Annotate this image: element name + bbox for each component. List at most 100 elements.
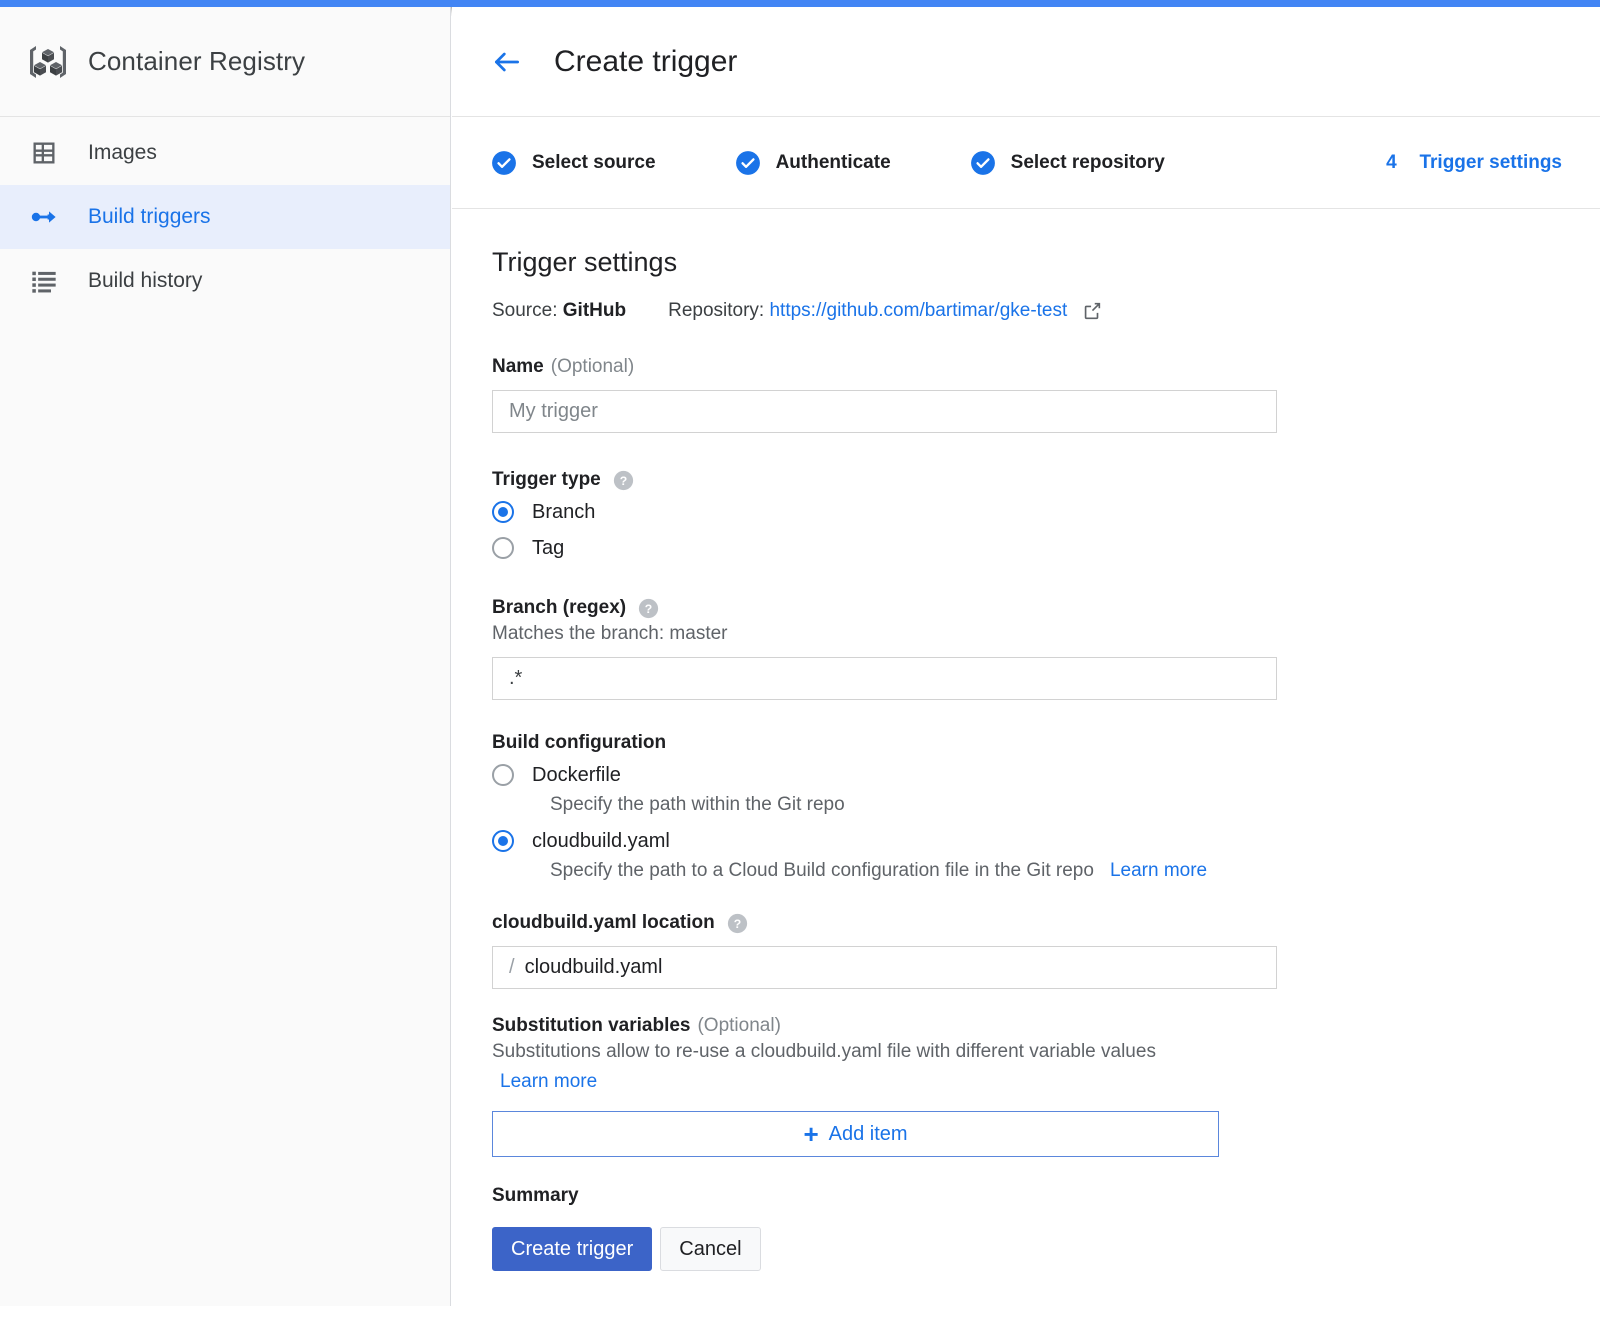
branch-hint: Matches the branch: master <box>492 623 1600 645</box>
dockerfile-description: Specify the path within the Git repo <box>550 794 1600 816</box>
images-grid-icon <box>30 139 64 167</box>
step-trigger-settings[interactable]: 4 Trigger settings <box>1377 152 1562 174</box>
sidebar-item-label: Build history <box>88 269 202 293</box>
radio-cloudbuild-yaml[interactable] <box>492 830 514 852</box>
sidebar-item-build-history[interactable]: Build history <box>0 249 450 313</box>
sidebar-nav: Images Build triggers <box>0 117 450 313</box>
external-link-icon[interactable] <box>1081 300 1103 322</box>
cancel-button[interactable]: Cancel <box>660 1227 760 1271</box>
sidebar-item-label: Build triggers <box>88 205 211 229</box>
radio-branch[interactable] <box>492 501 514 523</box>
svg-text:?: ? <box>620 473 627 487</box>
form-actions: Create trigger Cancel <box>492 1227 1600 1271</box>
step-label: Trigger settings <box>1419 152 1562 174</box>
cloudbuild-location-value: cloudbuild.yaml <box>525 956 663 979</box>
svg-text:?: ? <box>734 916 741 930</box>
build-config-label: Build configuration <box>492 732 1600 754</box>
step-label: Select repository <box>1011 152 1165 174</box>
create-trigger-button[interactable]: Create trigger <box>492 1227 652 1271</box>
sidebar-item-label: Images <box>88 141 157 165</box>
repository-label: Repository: <box>668 300 764 322</box>
branch-label: Branch (regex) <box>492 597 626 619</box>
cloudbuild-learn-more-link[interactable]: Learn more <box>1110 860 1207 882</box>
help-circle-icon[interactable]: ? <box>727 913 748 934</box>
name-input[interactable]: My trigger <box>492 390 1277 433</box>
form-section-title: Trigger settings <box>492 247 1600 278</box>
plus-icon: + <box>803 1121 818 1147</box>
cloudbuild-location-label-row: cloudbuild.yaml location ? <box>492 912 1600 934</box>
wizard-stepper: Select source Authenticate <box>452 117 1600 209</box>
trigger-type-option-branch[interactable]: Branch <box>492 497 1600 527</box>
trigger-arrow-icon <box>30 203 64 231</box>
substitutions-label-row: Substitution variables (Optional) <box>492 1015 1600 1037</box>
step-authenticate[interactable]: Authenticate <box>734 149 891 177</box>
brand-header: Container Registry <box>0 7 450 117</box>
build-config-option-dockerfile[interactable]: Dockerfile <box>492 760 1600 790</box>
cloudbuild-description: Specify the path to a Cloud Build config… <box>550 860 1600 882</box>
trigger-type-option-tag[interactable]: Tag <box>492 533 1600 563</box>
branch-label-row: Branch (regex) ? <box>492 597 1600 619</box>
list-icon <box>30 267 64 295</box>
check-circle-icon <box>490 149 518 177</box>
source-value: GitHub <box>563 300 626 322</box>
branch-regex-input[interactable]: .* <box>492 657 1277 700</box>
main-content: Create trigger Select source <box>452 7 1600 1319</box>
cloudbuild-location-prefix: / <box>509 956 515 979</box>
substitutions-description-text: Substitutions allow to re-use a cloudbui… <box>492 1041 1156 1062</box>
radio-dockerfile[interactable] <box>492 764 514 786</box>
radio-branch-label: Branch <box>532 501 595 524</box>
step-select-repository[interactable]: Select repository <box>969 149 1165 177</box>
cloudbuild-description-text: Specify the path to a Cloud Build config… <box>550 860 1094 882</box>
substitutions-label: Substitution variables <box>492 1015 690 1037</box>
add-item-button[interactable]: + Add item <box>492 1111 1219 1157</box>
dockerfile-description-text: Specify the path within the Git repo <box>550 794 845 816</box>
name-field-block: Name (Optional) My trigger <box>492 356 1600 433</box>
radio-dockerfile-label: Dockerfile <box>532 764 621 787</box>
sidebar-item-images[interactable]: Images <box>0 121 450 185</box>
check-circle-icon <box>734 149 762 177</box>
step-select-source[interactable]: Select source <box>490 149 656 177</box>
trigger-type-label-row: Trigger type ? <box>492 469 1600 491</box>
substitutions-optional-tag: (Optional) <box>697 1015 780 1037</box>
source-label: Source: <box>492 300 557 322</box>
radio-tag-label: Tag <box>532 537 564 560</box>
branch-regex-value: .* <box>509 667 522 690</box>
name-input-placeholder: My trigger <box>509 400 598 423</box>
page-header: Create trigger <box>452 7 1600 117</box>
step-label: Select source <box>532 152 656 174</box>
name-label-row: Name (Optional) <box>492 356 1600 378</box>
substitutions-learn-more-link[interactable]: Learn more <box>500 1071 597 1092</box>
summary-block: Summary Create trigger Cancel <box>492 1185 1600 1271</box>
svg-text:?: ? <box>645 601 652 615</box>
build-config-option-cloudbuild[interactable]: cloudbuild.yaml <box>492 826 1600 856</box>
brand-title: Container Registry <box>88 46 305 77</box>
help-circle-icon[interactable]: ? <box>638 598 659 619</box>
substitution-variables-block: Substitution variables (Optional) Substi… <box>492 1015 1600 1157</box>
page-title: Create trigger <box>554 45 737 79</box>
cloudbuild-location-block: cloudbuild.yaml location ? / cloudbuild.… <box>492 912 1600 989</box>
branch-regex-block: Branch (regex) ? Matches the branch: mas… <box>492 597 1600 700</box>
step-number: 4 <box>1377 152 1405 174</box>
sidebar-item-build-triggers[interactable]: Build triggers <box>0 185 450 249</box>
cloudbuild-location-input[interactable]: / cloudbuild.yaml <box>492 946 1277 989</box>
container-registry-logo-icon <box>20 34 76 90</box>
sidebar: Container Registry Images <box>0 7 451 1306</box>
cloudbuild-location-label: cloudbuild.yaml location <box>492 912 715 934</box>
browser-accent-bar <box>0 0 1600 7</box>
trigger-settings-form: Trigger settings Source: GitHub Reposito… <box>452 209 1600 1271</box>
source-repo-summary: Source: GitHub Repository: https://githu… <box>492 300 1600 322</box>
help-circle-icon[interactable]: ? <box>613 470 634 491</box>
build-configuration-block: Build configuration Dockerfile Specify t… <box>492 732 1600 882</box>
radio-tag[interactable] <box>492 537 514 559</box>
substitutions-description: Substitutions allow to re-use a cloudbui… <box>492 1037 1262 1097</box>
trigger-type-block: Trigger type ? Branch Tag <box>492 469 1600 563</box>
step-label: Authenticate <box>776 152 891 174</box>
repository-url-link[interactable]: https://github.com/bartimar/gke-test <box>769 300 1067 322</box>
add-item-label: Add item <box>829 1123 908 1146</box>
trigger-type-label: Trigger type <box>492 469 601 491</box>
check-circle-icon <box>969 149 997 177</box>
summary-label: Summary <box>492 1185 1600 1207</box>
name-optional-tag: (Optional) <box>551 356 634 378</box>
back-arrow-icon[interactable] <box>490 45 524 79</box>
app-root: Container Registry Images <box>0 0 1600 1319</box>
